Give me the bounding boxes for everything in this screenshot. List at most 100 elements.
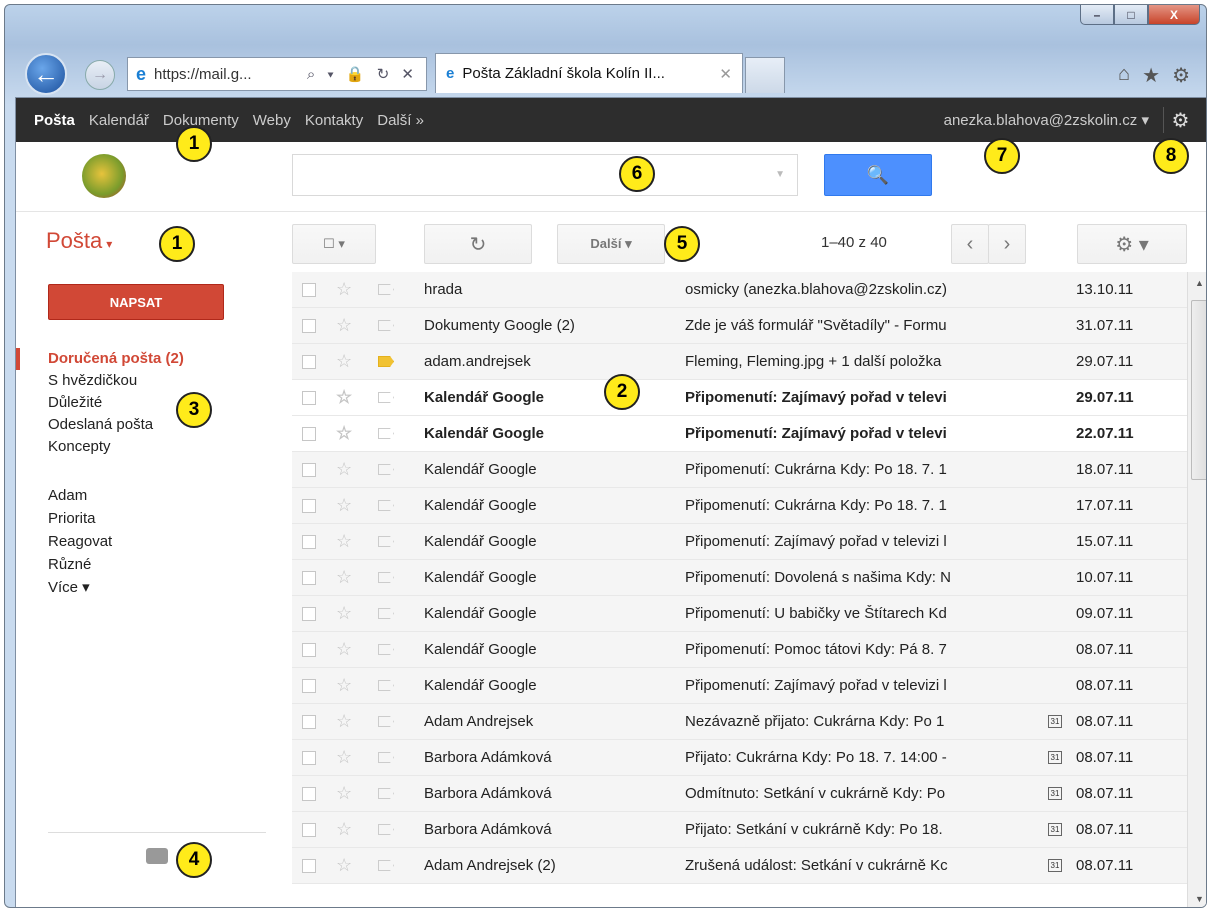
gbar-item-kalendar[interactable]: Kalendář	[89, 112, 149, 129]
sidebar-item-drafts[interactable]: Koncepty	[16, 436, 286, 458]
new-tab-button[interactable]	[745, 57, 785, 93]
sidebar-label-priorita[interactable]: Priorita	[16, 507, 286, 530]
importance-marker-icon[interactable]	[378, 284, 394, 295]
row-checkbox[interactable]	[302, 606, 316, 621]
table-row[interactable]: ☆ adam.andrejsek Fleming, Fleming.jpg + 1 …	[292, 344, 1187, 380]
browser-tab[interactable]: e Pošta Základní škola Kolín II... ✕	[435, 53, 743, 93]
importance-marker-icon[interactable]	[378, 680, 394, 691]
table-row[interactable]: ☆ Kalendář Google Připomenutí: Zajímavý po…	[292, 524, 1187, 560]
star-icon[interactable]: ☆	[336, 423, 352, 444]
importance-marker-icon[interactable]	[378, 716, 394, 727]
table-row[interactable]: ☆ Kalendář Google Připomenutí: Cukrárna Kd…	[292, 452, 1187, 488]
table-row[interactable]: ☆ Kalendář Google Připomenutí: Zajímavý po…	[292, 416, 1187, 452]
address-bar[interactable]: e https://mail.g... ⌕ ▾ 🔒 ↻ ✕	[127, 57, 427, 91]
select-checkbox-button[interactable]: ☐ ▾	[292, 224, 376, 264]
sidebar-item-important[interactable]: Důležité	[16, 392, 286, 414]
importance-marker-icon[interactable]	[378, 320, 394, 331]
table-row[interactable]: ☆ Kalendář Google Připomenutí: Zajímavý po…	[292, 668, 1187, 704]
gbar-item-dalsi[interactable]: Další »	[377, 112, 424, 129]
search-button[interactable]: 🔍	[824, 154, 932, 196]
importance-marker-icon[interactable]	[378, 752, 394, 763]
account-menu[interactable]: anezka.blahova@2zskolin.cz ▾	[944, 111, 1149, 129]
star-icon[interactable]: ☆	[336, 819, 352, 840]
importance-marker-icon[interactable]	[378, 788, 394, 799]
sidebar-item-starred[interactable]: S hvězdičkou	[16, 370, 286, 392]
star-icon[interactable]: ☆	[336, 675, 352, 696]
star-icon[interactable]: ☆	[336, 603, 352, 624]
sidebar-item-sent[interactable]: Odeslaná pošta	[16, 414, 286, 436]
importance-marker-icon[interactable]	[378, 608, 394, 619]
row-checkbox[interactable]	[302, 750, 316, 765]
row-checkbox[interactable]	[302, 354, 316, 369]
row-checkbox[interactable]	[302, 570, 316, 585]
star-icon[interactable]: ★	[1142, 63, 1160, 88]
importance-marker-icon[interactable]	[378, 824, 394, 835]
importance-marker-icon[interactable]	[378, 392, 394, 403]
minimize-button[interactable]: –	[1080, 5, 1114, 25]
table-row[interactable]: ☆ Kalendář Google Připomenutí: Pomoc tátov…	[292, 632, 1187, 668]
sidebar-label-more[interactable]: Více ▾	[16, 576, 286, 599]
importance-marker-icon[interactable]	[378, 536, 394, 547]
search-options-icon[interactable]: ▼	[775, 169, 785, 180]
row-checkbox[interactable]	[302, 282, 316, 297]
tab-close-icon[interactable]: ✕	[719, 65, 732, 83]
table-row[interactable]: ☆ Kalendář Google Připomenutí: Zajímavý po…	[292, 380, 1187, 416]
star-icon[interactable]: ☆	[336, 387, 352, 408]
close-window-button[interactable]: X	[1148, 5, 1200, 25]
star-icon[interactable]: ☆	[336, 351, 352, 372]
mail-settings-button[interactable]: ⚙ ▾	[1077, 224, 1187, 264]
importance-marker-icon[interactable]	[378, 500, 394, 511]
forward-button[interactable]: →	[85, 60, 115, 90]
row-checkbox[interactable]	[302, 534, 316, 549]
table-row[interactable]: ☆ Dokumenty Google (2) Zde je váš formulář…	[292, 308, 1187, 344]
table-row[interactable]: ☆ Barbora Adámková Odmítnuto: Setkání v cu…	[292, 776, 1187, 812]
gear-icon[interactable]: ⚙	[1172, 63, 1190, 88]
settings-gear-icon[interactable]: ⚙	[1163, 107, 1197, 133]
refresh-button[interactable]: ↻	[424, 224, 532, 264]
sidebar-label-ruzne[interactable]: Různé	[16, 553, 286, 576]
chat-icon[interactable]	[146, 848, 168, 864]
older-button[interactable]: ‹	[951, 224, 989, 264]
table-row[interactable]: ☆ Barbora Adámková Přijato: Cukrárna Kdy: …	[292, 740, 1187, 776]
star-icon[interactable]: ☆	[336, 747, 352, 768]
row-checkbox[interactable]	[302, 462, 316, 477]
compose-button[interactable]: NAPSAT	[48, 284, 224, 320]
importance-marker-icon[interactable]	[378, 428, 394, 439]
school-logo[interactable]	[82, 154, 126, 198]
star-icon[interactable]: ☆	[336, 783, 352, 804]
search-input[interactable]: ▼	[292, 154, 798, 196]
row-checkbox[interactable]	[302, 642, 316, 657]
table-row[interactable]: ☆ Adam Andrejsek Nezávazně přijato: Cukrár…	[292, 704, 1187, 740]
back-button[interactable]: ←	[25, 53, 67, 95]
row-checkbox[interactable]	[302, 498, 316, 513]
app-switcher[interactable]: Pošta ▾	[46, 228, 112, 254]
table-row[interactable]: ☆ Adam Andrejsek (2) Zrušená událost: Setk…	[292, 848, 1187, 884]
table-row[interactable]: ☆ hrada osmicky (anezka.blahova@2zskolin.c…	[292, 272, 1187, 308]
row-checkbox[interactable]	[302, 786, 316, 801]
row-checkbox[interactable]	[302, 822, 316, 837]
row-checkbox[interactable]	[302, 714, 316, 729]
table-row[interactable]: ☆ Kalendář Google Připomenutí: Cukrárna Kd…	[292, 488, 1187, 524]
gbar-item-weby[interactable]: Weby	[253, 112, 291, 129]
address-text[interactable]: https://mail.g...	[154, 66, 252, 83]
scroll-thumb[interactable]	[1191, 300, 1206, 480]
more-button[interactable]: Další ▾	[557, 224, 665, 264]
importance-marker-icon[interactable]	[378, 356, 394, 367]
row-checkbox[interactable]	[302, 678, 316, 693]
row-checkbox[interactable]	[302, 318, 316, 333]
row-checkbox[interactable]	[302, 426, 316, 441]
importance-marker-icon[interactable]	[378, 464, 394, 475]
newer-button[interactable]: ›	[988, 224, 1026, 264]
star-icon[interactable]: ☆	[336, 531, 352, 552]
table-row[interactable]: ☆ Kalendář Google Připomenutí: Dovolená s …	[292, 560, 1187, 596]
star-icon[interactable]: ☆	[336, 639, 352, 660]
importance-marker-icon[interactable]	[378, 572, 394, 583]
star-icon[interactable]: ☆	[336, 855, 352, 876]
importance-marker-icon[interactable]	[378, 644, 394, 655]
maximize-button[interactable]: □	[1114, 5, 1148, 25]
importance-marker-icon[interactable]	[378, 860, 394, 871]
gbar-item-dokumenty[interactable]: Dokumenty	[163, 112, 239, 129]
sidebar-item-inbox[interactable]: Doručená pošta (2)	[16, 348, 286, 370]
star-icon[interactable]: ☆	[336, 315, 352, 336]
table-row[interactable]: ☆ Barbora Adámková Přijato: Setkání v cukr…	[292, 812, 1187, 848]
